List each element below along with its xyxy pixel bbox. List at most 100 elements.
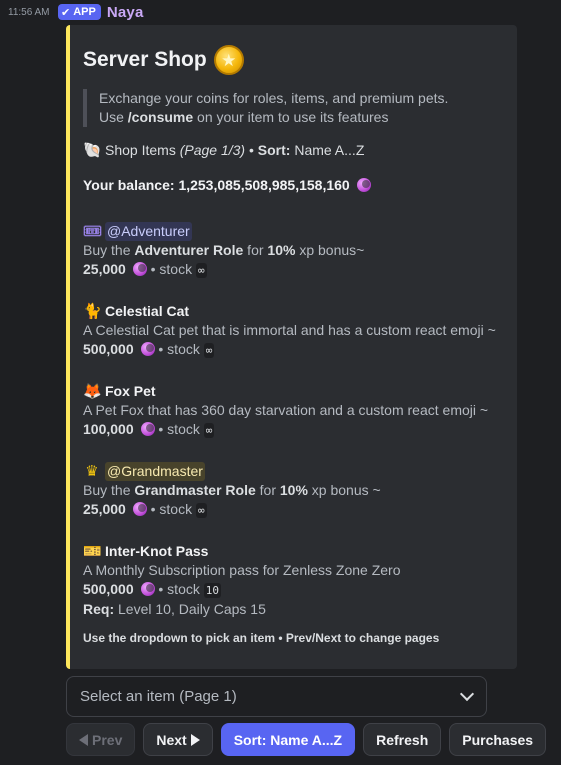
pass-icon: 🎫	[83, 542, 102, 560]
item-price: 25,000	[83, 501, 126, 517]
desc-bold2: 10%	[279, 482, 308, 498]
next-label: Next	[156, 731, 187, 748]
prev-label: Prev	[92, 731, 123, 748]
shop-label: Shop Items	[105, 142, 176, 158]
shop-embed: Server Shop ★ Exchange your coins for ro…	[66, 25, 517, 669]
prev-button[interactable]: Prev	[66, 723, 136, 756]
shop-item: 🎟 @Adventurer Buy the Adventurer Role fo…	[83, 222, 505, 280]
balance-value: 1,253,085,508,985,158,160	[178, 177, 350, 193]
item-price-line: 500,000 • stock 10	[83, 580, 505, 600]
purchases-button[interactable]: Purchases	[449, 723, 547, 756]
item-name-line: 🦊 Fox Pet	[83, 382, 505, 401]
desc-bold: Grandmaster Role	[134, 482, 256, 498]
chevron-down-icon	[459, 686, 475, 702]
item-price: 25,000	[83, 261, 126, 277]
stock-value: 10	[203, 583, 221, 598]
message-header: 11:56 AM ✔ APP Naya	[0, 3, 144, 21]
fox-icon: 🦊	[83, 382, 102, 400]
stock-value: ∞	[195, 503, 207, 518]
quote-line-1: Exchange your coins for roles, items, an…	[99, 90, 449, 106]
quote-line-2-suffix: on your item to use its features	[193, 109, 389, 125]
desc-mid: for	[255, 482, 280, 498]
embed-title-text: Server Shop	[83, 48, 207, 71]
item-description: Buy the Adventurer Role for 10% xp bonus…	[83, 241, 505, 260]
select-placeholder: Select an item (Page 1)	[80, 688, 237, 705]
item-name: Fox Pet	[105, 383, 156, 399]
item-price-line: 100,000 • stock ∞	[83, 420, 505, 440]
quote-line-2-prefix: Use	[99, 109, 128, 125]
arrow-left-icon	[79, 733, 88, 746]
item-select-dropdown[interactable]: Select an item (Page 1)	[66, 676, 487, 717]
item-name: Celestial Cat	[105, 303, 190, 319]
embed-title: Server Shop ★	[83, 43, 505, 77]
arrow-right-icon	[190, 733, 200, 746]
stock-label: • stock	[158, 421, 200, 437]
sort-button[interactable]: Sort: Name A...Z	[220, 723, 356, 756]
shop-item: ♛ @Grandmaster Buy the Grandmaster Role …	[83, 462, 505, 520]
stock-value: ∞	[195, 263, 207, 278]
star-coin-icon: ★	[213, 45, 244, 75]
page-label: (Page 1/3)	[179, 142, 246, 158]
item-requirement: Req: Level 10, Daily Caps 15	[83, 600, 505, 619]
shop-item: 🐈 Celestial Cat A Celestial Cat pet that…	[83, 302, 505, 360]
stock-label: • stock	[150, 261, 193, 277]
embed-footer: Use the dropdown to pick an item • Prev/…	[83, 631, 440, 645]
sort-separator: •	[245, 142, 258, 158]
stock-label: • stock	[158, 341, 200, 357]
role-mention[interactable]: @Adventurer	[105, 222, 192, 241]
shop-items-line: 🐚 Shop Items (Page 1/3) • Sort: Name A..…	[83, 141, 505, 160]
moon-coin-icon	[140, 422, 155, 436]
message-timestamp: 11:56 AM	[8, 6, 50, 18]
crown-icon: ♛	[85, 462, 99, 480]
item-description: Buy the Grandmaster Role for 10% xp bonu…	[83, 481, 505, 500]
role-mention[interactable]: @Grandmaster	[105, 462, 205, 481]
stock-value: ∞	[203, 423, 215, 438]
sort-value: Name A...Z	[294, 142, 365, 158]
item-name-line: 🎫 Inter-Knot Pass	[83, 542, 505, 561]
refresh-button[interactable]: Refresh	[363, 723, 442, 756]
shell-icon: 🐚	[83, 141, 102, 159]
moon-coin-icon	[356, 178, 371, 192]
app-badge-label: APP	[73, 6, 96, 18]
quote-line-2: Use /consume on your item to use its fea…	[99, 108, 505, 127]
balance-label: Your balance:	[83, 177, 175, 193]
item-price-line: 25,000 • stock ∞	[83, 500, 505, 520]
moon-coin-icon	[140, 342, 155, 356]
username[interactable]: Naya	[107, 4, 144, 21]
item-description: A Celestial Cat pet that is immortal and…	[83, 322, 496, 338]
button-row: Prev Next Sort: Name A...Z Refresh Purch…	[66, 723, 547, 756]
req-value: Level 10, Daily Caps 15	[118, 601, 266, 617]
cat-icon: 🐈	[83, 302, 102, 320]
app-badge: ✔ APP	[58, 4, 101, 20]
item-price-line: 500,000 • stock ∞	[83, 340, 505, 360]
item-description: A Pet Fox that has 360 day starvation an…	[83, 402, 489, 418]
moon-coin-icon	[140, 582, 155, 596]
checkmark-icon: ✔	[61, 6, 71, 19]
desc-mid: for	[243, 242, 268, 258]
desc-prefix: Buy the	[83, 242, 135, 258]
shop-item: 🦊 Fox Pet A Pet Fox that has 360 day sta…	[83, 382, 505, 440]
item-name-line: 🐈 Celestial Cat	[83, 302, 505, 321]
item-name-line: 🎟 @Adventurer	[83, 222, 505, 241]
desc-suffix: xp bonus ~	[307, 482, 381, 498]
item-name: Inter-Knot Pass	[105, 543, 209, 559]
shop-item: 🎫 Inter-Knot Pass A Monthly Subscription…	[83, 542, 505, 619]
desc-bold2: 10%	[267, 242, 296, 258]
consume-command: /consume	[127, 109, 194, 125]
item-price: 100,000	[83, 421, 134, 437]
desc-bold: Adventurer Role	[134, 242, 244, 258]
moon-coin-icon	[132, 262, 147, 276]
item-name-line: ♛ @Grandmaster	[83, 462, 505, 481]
desc-prefix: Buy the	[83, 482, 135, 498]
stock-label: • stock	[150, 501, 193, 517]
desc-suffix: xp bonus~	[295, 242, 365, 258]
item-description: A Monthly Subscription pass for Zenless …	[83, 562, 401, 578]
balance-line: Your balance: 1,253,085,508,985,158,160	[83, 176, 505, 195]
ticket-icon: 🎟	[83, 222, 103, 240]
moon-coin-icon	[132, 502, 147, 516]
req-label: Req:	[83, 601, 115, 617]
item-price: 500,000	[83, 341, 134, 357]
next-button[interactable]: Next	[143, 723, 213, 756]
stock-value: ∞	[203, 343, 215, 358]
embed-description-quote: Exchange your coins for roles, items, an…	[83, 89, 505, 127]
